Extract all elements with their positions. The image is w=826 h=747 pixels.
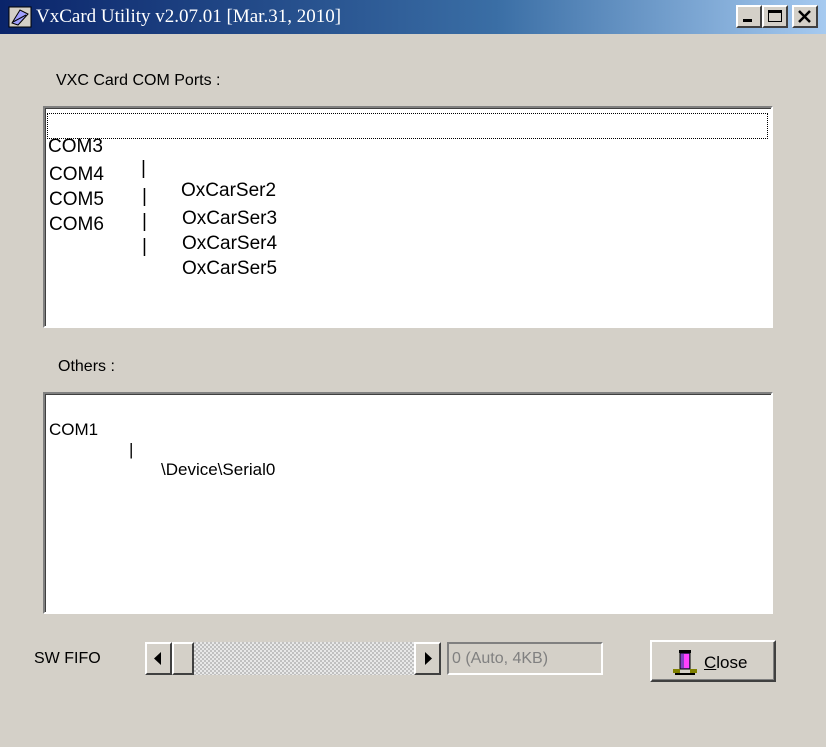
device-name: OxCarSer3 (182, 208, 278, 229)
close-button[interactable]: Close (650, 640, 776, 682)
separator: | (141, 158, 146, 179)
vxc-ports-label: VXC Card COM Ports : (56, 72, 221, 89)
close-accelerator: C (704, 653, 717, 672)
vxc-ports-list[interactable]: COM3 | OxCarSer2 COM4 | OxCarSer3 COM5 |… (43, 106, 773, 328)
list-item[interactable]: COM5 | OxCarSer4 (49, 167, 277, 254)
close-icon (798, 10, 811, 23)
minimize-icon (743, 19, 752, 22)
separator: | (129, 440, 134, 459)
port-name: COM1 (49, 420, 99, 439)
list-item[interactable]: COM1 | \Device\Serial0 (49, 400, 275, 479)
list-item[interactable]: COM6 | OxCarSer5 (49, 192, 277, 279)
others-label: Others : (58, 358, 115, 375)
close-button-label: Close (704, 653, 747, 673)
arrow-left-icon (154, 652, 161, 665)
device-name: OxCarSer5 (182, 258, 278, 279)
fifo-value-field: 0 (Auto, 4KB) (447, 642, 603, 675)
scroll-left-button[interactable] (145, 642, 172, 675)
arrow-right-icon (425, 652, 432, 665)
sw-fifo-label: SW FIFO (34, 650, 101, 667)
close-label-rest: lose (716, 653, 748, 672)
app-window: VxCard Utility v2.07.01 [Mar.31, 2010] V… (0, 0, 826, 747)
device-name: OxCarSer4 (182, 233, 278, 254)
app-icon (8, 6, 32, 28)
port-name: COM6 (49, 214, 104, 235)
maximize-button[interactable] (762, 5, 788, 28)
title-bar[interactable]: VxCard Utility v2.07.01 [Mar.31, 2010] (0, 0, 826, 34)
separator: | (142, 211, 147, 232)
device-name: OxCarSer2 (181, 180, 277, 201)
list-item[interactable]: COM3 | OxCarSer2 (47, 113, 768, 201)
door-exit-icon (673, 650, 697, 675)
scroll-thumb[interactable] (172, 642, 194, 675)
minimize-button[interactable] (736, 5, 762, 28)
device-name: \Device\Serial0 (161, 460, 276, 479)
scroll-right-button[interactable] (414, 642, 441, 675)
list-item[interactable]: COM4 | OxCarSer3 (49, 142, 277, 229)
separator: | (142, 236, 147, 257)
maximize-icon (768, 10, 782, 22)
scroll-track[interactable] (172, 642, 414, 675)
others-list[interactable]: COM1 | \Device\Serial0 (43, 392, 773, 614)
window-title: VxCard Utility v2.07.01 [Mar.31, 2010] (36, 6, 342, 27)
sw-fifo-scrollbar[interactable] (145, 642, 441, 675)
close-window-button[interactable] (792, 5, 818, 28)
separator: | (142, 186, 147, 207)
